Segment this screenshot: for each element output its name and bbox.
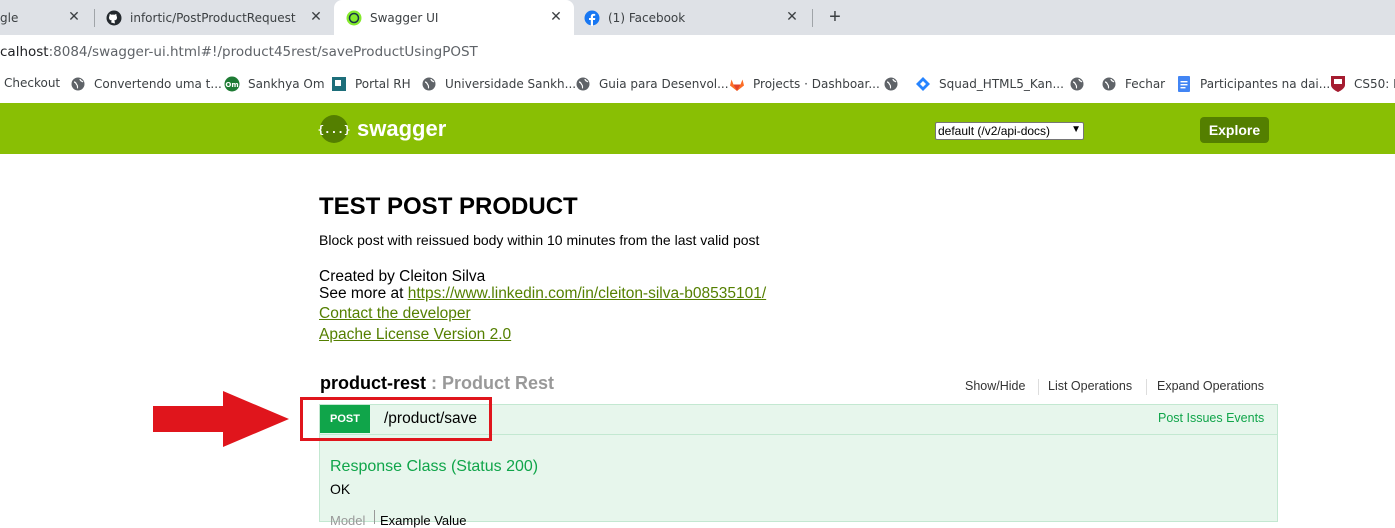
api-author: Created by Cleiton Silva See more at htt… [319,268,766,302]
tab-github[interactable]: infortic/PostProductRequest ✕ [106,0,334,35]
swagger-logo-icon: {...} [317,115,351,143]
model-tab[interactable]: Model [330,513,365,528]
bookmark-item[interactable]: Checkout [4,76,60,90]
explore-button[interactable]: Explore [1200,117,1269,143]
globe-icon [1101,76,1117,92]
github-icon [106,10,122,26]
harvard-icon [1330,76,1346,92]
gitlab-icon [729,76,745,92]
bookmark-item[interactable]: Participantes na dai... [1176,76,1330,92]
globe-icon [1069,76,1085,92]
annotation-highlight-box [300,397,492,441]
address-bar[interactable]: calhost:8084/swagger-ui.html#!/product45… [0,35,1395,69]
facebook-icon [584,10,600,26]
swagger-logo-text: swagger [357,116,447,141]
bookmark-item[interactable]: CS50: In [1330,76,1395,92]
om-icon: Om [224,76,240,92]
response-class-heading: Response Class (Status 200) [330,458,539,475]
swagger-icon [346,10,362,26]
close-icon[interactable]: ✕ [66,9,82,25]
close-icon[interactable]: ✕ [308,9,324,25]
tab-title: (1) Facebook [608,10,686,25]
options-divider [1038,379,1039,395]
svg-text:Om: Om [225,81,238,89]
see-more-line: See more at https://www.linkedin.com/in/… [319,285,767,302]
globe-icon [70,76,86,92]
tab-facebook[interactable]: (1) Facebook ✕ [584,0,810,35]
response-class-value: OK [330,481,351,497]
browser-tab-strip: gle ✕ infortic/PostProductRequest ✕ Swag… [0,0,1395,35]
jira-icon [915,76,931,92]
bookmark-item[interactable]: Convertendo uma t... [70,76,222,92]
api-definition-select[interactable]: default (/v2/api-docs) ▼ [935,122,1084,140]
annotation-arrow-icon [153,391,289,447]
contact-developer-link[interactable]: Contact the developer [319,305,471,323]
tab-divider [94,9,95,27]
swagger-logo[interactable]: {...} swagger [317,115,447,143]
bookmark-item[interactable]: Fechar [1101,76,1165,92]
doc-icon [1176,76,1192,92]
tab-google[interactable]: gle ✕ [0,0,92,35]
resource-description: Product Rest [442,373,555,393]
close-icon[interactable]: ✕ [548,9,564,25]
bookmark-item[interactable]: Guia para Desenvol... [575,76,729,92]
bookmark-item[interactable]: Projects · Dashboar... [729,76,880,92]
url-text[interactable]: calhost:8084/swagger-ui.html#!/product45… [0,44,478,60]
tab-divider [812,9,813,27]
globe-icon [575,76,591,92]
options-divider [1146,379,1147,395]
new-tab-button[interactable]: + [823,5,847,29]
chevron-down-icon: ▼ [1071,124,1081,135]
globe-icon [421,76,437,92]
close-icon[interactable]: ✕ [784,9,800,25]
bookmarks-bar: Checkout Convertendo uma t... Om Sankhya… [0,68,1395,101]
license-link[interactable]: Apache License Version 2.0 [319,326,511,344]
show-hide-link[interactable]: Show/Hide [965,379,1025,393]
linkedin-link[interactable]: https://www.linkedin.com/in/cleiton-silv… [408,285,766,302]
resource-name[interactable]: product-rest [320,373,426,393]
bookmark-item[interactable] [883,76,907,92]
bookmark-item[interactable]: Om Sankhya Om [224,76,325,92]
api-description: Block post with reissued body within 10 … [319,232,760,248]
tab-title: gle [0,10,19,25]
list-operations-link[interactable]: List Operations [1048,379,1132,393]
tab-title: Swagger UI [370,10,439,25]
example-value-tab[interactable]: Example Value [380,513,466,528]
resource-heading[interactable]: product-rest : Product Rest [320,373,554,394]
tab-swagger-ui[interactable]: Swagger UI ✕ [334,0,574,35]
api-title: TEST POST PRODUCT [319,193,578,220]
expand-operations-link[interactable]: Expand Operations [1157,379,1264,393]
bookmark-item[interactable]: Universidade Sankh... [421,76,576,92]
swagger-header: {...} swagger default (/v2/api-docs) ▼ [0,103,1395,154]
bookmark-item[interactable] [1069,76,1093,92]
tab-title: infortic/PostProductRequest [130,10,296,25]
bookmark-item[interactable]: Portal RH [331,76,411,92]
created-by-text: Created by Cleiton Silva [319,268,486,285]
bookmark-item[interactable]: Squad_HTML5_Kan... [915,76,1064,92]
portal-icon [331,76,347,92]
globe-icon [883,76,899,92]
operation-summary[interactable]: Post Issues Events [1158,411,1264,425]
